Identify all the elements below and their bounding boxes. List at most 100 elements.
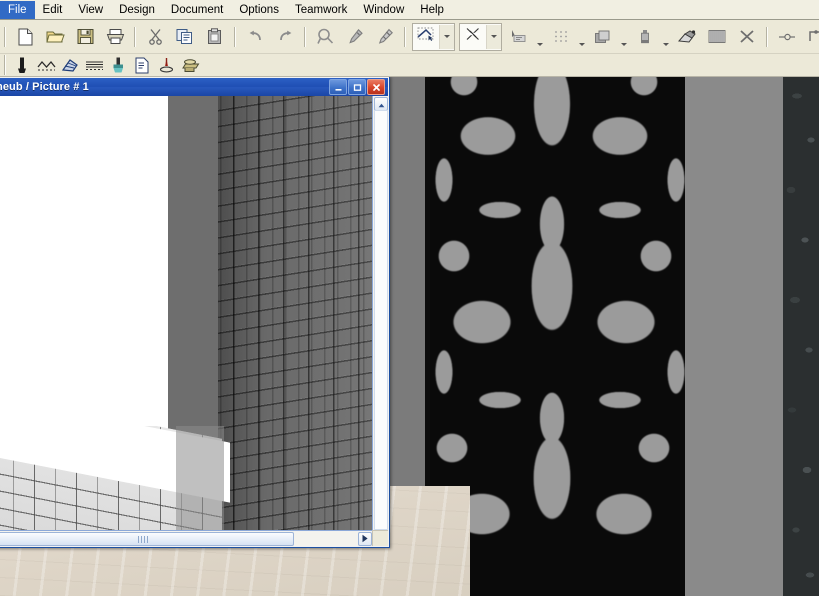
new-document-icon (17, 28, 34, 46)
toolbar-separator (304, 27, 306, 47)
chevron-down-icon (621, 43, 627, 46)
restore-button[interactable] (348, 79, 366, 95)
menu-item-help[interactable]: Help (412, 1, 452, 19)
chevron-down-icon (444, 35, 450, 38)
save-button[interactable] (71, 23, 99, 51)
redo-button[interactable] (271, 23, 299, 51)
menu-item-edit[interactable]: Edit (35, 1, 71, 19)
print-icon (106, 28, 125, 45)
paint-tool-button[interactable] (107, 54, 129, 76)
toolbar-separator (134, 27, 136, 47)
pen-weight-button[interactable] (631, 23, 659, 51)
menu-item-view[interactable]: View (70, 1, 111, 19)
adjust-button[interactable] (773, 23, 801, 51)
hatch-fill-icon (708, 29, 726, 44)
measure-split-button[interactable] (459, 23, 502, 51)
menu-item-file[interactable]: File (0, 1, 35, 19)
menu-item-document[interactable]: Document (163, 1, 231, 19)
schedule-tool-button[interactable] (131, 54, 153, 76)
chevron-down-icon (579, 43, 585, 46)
pen-set-dropdown-arrow[interactable] (534, 20, 546, 53)
roof-tool-button[interactable] (35, 54, 57, 76)
cut-button[interactable] (141, 23, 169, 51)
close-icon (372, 83, 381, 92)
light-tool-button[interactable] (155, 54, 177, 76)
child-window-titlebar[interactable]: neub / Picture # 1 (0, 78, 388, 96)
scroll-up-button[interactable] (374, 97, 388, 111)
minimize-button[interactable] (329, 79, 347, 95)
zoom-button[interactable] (311, 23, 339, 51)
menu-item-options[interactable]: Options (231, 1, 287, 19)
adjust-icon (778, 30, 796, 44)
document-list-icon (134, 57, 150, 74)
scissors-cut-icon (148, 28, 163, 45)
paste-clipboard-icon (207, 28, 223, 45)
copy-button[interactable] (171, 23, 199, 51)
slab-tool-button[interactable] (83, 54, 105, 76)
grip-lines-icon (138, 536, 148, 543)
column-tool-button[interactable] (11, 54, 33, 76)
grid-snap-icon (553, 29, 570, 44)
pickup-parameters-button[interactable] (341, 23, 369, 51)
marquee-split-button[interactable] (412, 23, 455, 51)
new-document-button[interactable] (11, 23, 39, 51)
measure-tool-icon (464, 26, 482, 47)
mesh-tool-button[interactable] (59, 54, 81, 76)
menu-item-window[interactable]: Window (355, 1, 412, 19)
minimize-icon (334, 83, 343, 92)
paint-brush-icon (111, 57, 126, 74)
layers-dropdown-arrow[interactable] (618, 20, 630, 53)
scroll-right-arrow-icon (361, 530, 369, 546)
vertical-scrollbar[interactable] (372, 96, 388, 531)
chevron-down-icon (537, 43, 543, 46)
pen-weight-dropdown-arrow[interactable] (660, 20, 672, 53)
undo-button[interactable] (241, 23, 269, 51)
toolbar-separator (404, 27, 406, 47)
scrollbar-corner (372, 530, 388, 546)
picture-child-window[interactable]: neub / Picture # 1 (0, 76, 390, 548)
print-button[interactable] (101, 23, 129, 51)
inject-parameters-button[interactable] (371, 23, 399, 51)
toolbar-separator (234, 27, 236, 47)
chevron-down-icon (663, 43, 669, 46)
grid-snap-dropdown-arrow[interactable] (576, 20, 588, 53)
open-folder-button[interactable] (41, 23, 69, 51)
pen-set-button[interactable] (505, 23, 533, 51)
application-window: neub / Picture # 1 (0, 0, 819, 596)
roof-icon (37, 58, 56, 73)
fill-pattern-button[interactable] (703, 23, 731, 51)
marquee-select-button[interactable] (413, 25, 439, 49)
grid-snap-button[interactable] (547, 23, 575, 51)
light-source-icon (158, 57, 175, 74)
close-button[interactable] (367, 79, 385, 95)
layers-button[interactable] (589, 23, 617, 51)
pen-weight-icon (639, 29, 651, 45)
trim-button[interactable] (733, 23, 761, 51)
inject-syringe-icon (377, 28, 394, 45)
3d-view-button[interactable] (673, 23, 701, 51)
horizontal-scrollbar[interactable] (0, 530, 373, 546)
menu-item-teamwork[interactable]: Teamwork (287, 1, 355, 19)
toolbar-separator (766, 27, 768, 47)
marquee-dropdown-arrow[interactable] (439, 25, 454, 49)
split-button[interactable] (803, 23, 819, 51)
picture-canvas[interactable] (0, 96, 373, 531)
3d-view-icon (677, 29, 697, 45)
primary-toolbar (0, 20, 819, 54)
horizontal-scroll-thumb[interactable] (0, 532, 294, 546)
column-icon (17, 57, 27, 74)
paste-button[interactable] (201, 23, 229, 51)
camera-tool-button[interactable] (179, 54, 201, 76)
slab-icon (85, 58, 104, 73)
redo-arrow-icon (277, 30, 294, 43)
measure-tool-button[interactable] (460, 25, 486, 49)
toolbar-separator (4, 27, 6, 47)
chevron-down-icon (491, 35, 497, 38)
vertical-scroll-track[interactable] (374, 110, 388, 530)
canvas-white-backdrop (0, 96, 170, 396)
measure-dropdown-arrow[interactable] (486, 25, 501, 49)
menu-item-design[interactable]: Design (111, 1, 163, 19)
marquee-select-icon (417, 26, 435, 47)
scroll-right-button[interactable] (358, 532, 372, 546)
toolbar-separator (4, 55, 6, 75)
